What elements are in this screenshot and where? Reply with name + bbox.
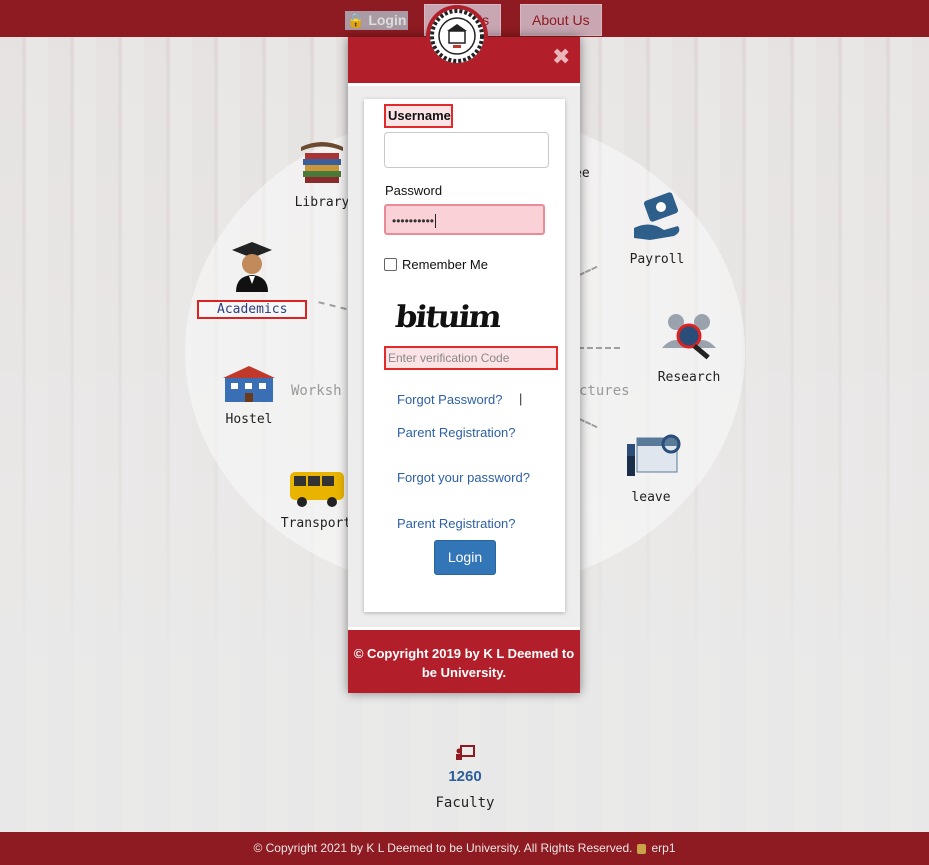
module-academics-label: Academics <box>197 300 307 319</box>
forgot-your-password-link[interactable]: Forgot your password? <box>397 470 530 485</box>
username-label: Username <box>384 104 453 128</box>
faculty-label: Faculty <box>435 795 495 811</box>
module-library[interactable]: Library <box>290 137 354 210</box>
login-button[interactable]: Login <box>434 540 496 575</box>
parent-registration-link[interactable]: Parent Registration? <box>397 425 516 440</box>
password-label: Password <box>385 183 443 198</box>
teacher-board-icon <box>456 745 475 760</box>
remember-me-checkbox[interactable] <box>384 258 397 271</box>
module-payroll-label: Payroll <box>629 252 685 267</box>
nav-login-label: Login <box>368 12 407 28</box>
module-research[interactable]: Research <box>654 308 724 385</box>
remember-me[interactable]: Remember Me <box>384 257 488 272</box>
module-leave-label: leave <box>631 490 671 505</box>
module-transport-label: Transport <box>280 516 352 531</box>
forgot-password-link[interactable]: Forgot Password? <box>397 392 503 407</box>
page-footer: © Copyright 2021 by K L Deemed to be Uni… <box>0 832 929 865</box>
building-icon <box>223 366 275 402</box>
module-research-label: Research <box>657 370 721 385</box>
connector-line <box>578 347 620 349</box>
footer-server: erp1 <box>651 841 676 855</box>
nav-login-link[interactable]: 🔒 Login <box>345 11 409 30</box>
module-hostel-label: Hostel <box>225 412 273 427</box>
payroll-icon <box>634 192 680 240</box>
username-field[interactable] <box>384 132 549 168</box>
leave-calendar-icon <box>627 434 681 476</box>
module-leave[interactable]: leave <box>620 430 682 505</box>
captcha-image: bituim <box>393 300 502 335</box>
footer-copyright: © Copyright 2021 by K L Deemed to be Uni… <box>253 841 633 855</box>
university-logo <box>426 5 488 67</box>
module-library-label: Library <box>294 195 350 210</box>
books-icon <box>301 142 343 183</box>
login-modal-footer: © Copyright 2019 by K L Deemed to be Uni… <box>348 627 580 693</box>
password-value: •••••••••• <box>392 214 435 228</box>
modal-copyright: © Copyright 2019 by K L Deemed to be Uni… <box>353 646 575 680</box>
graduate-icon <box>232 242 272 292</box>
password-field[interactable]: •••••••••• <box>384 204 545 235</box>
database-icon <box>636 843 646 854</box>
close-icon[interactable]: ✖ <box>552 44 570 70</box>
research-icon <box>662 314 716 360</box>
faculty-stat: 1260 Faculty <box>405 745 525 811</box>
nav-about-us-button[interactable]: About Us <box>520 4 602 36</box>
bus-icon <box>290 472 344 507</box>
verification-code-field[interactable]: Enter verification Code <box>384 346 558 370</box>
faculty-count: 1260 <box>448 768 482 785</box>
parent-registration-link-2[interactable]: Parent Registration? <box>397 516 516 531</box>
link-separator: | <box>519 391 523 406</box>
university-seal-icon <box>430 9 484 63</box>
module-transport[interactable]: Transport <box>276 468 356 531</box>
module-payroll[interactable]: Payroll <box>626 192 688 267</box>
lock-icon: 🔒 <box>347 12 365 28</box>
module-academics[interactable]: Academics <box>197 240 307 319</box>
module-workshop-label: Worksh <box>291 383 342 399</box>
module-lectures-label: ctures <box>579 383 630 399</box>
module-hostel[interactable]: Hostel <box>218 364 280 427</box>
remember-me-label: Remember Me <box>402 257 488 272</box>
